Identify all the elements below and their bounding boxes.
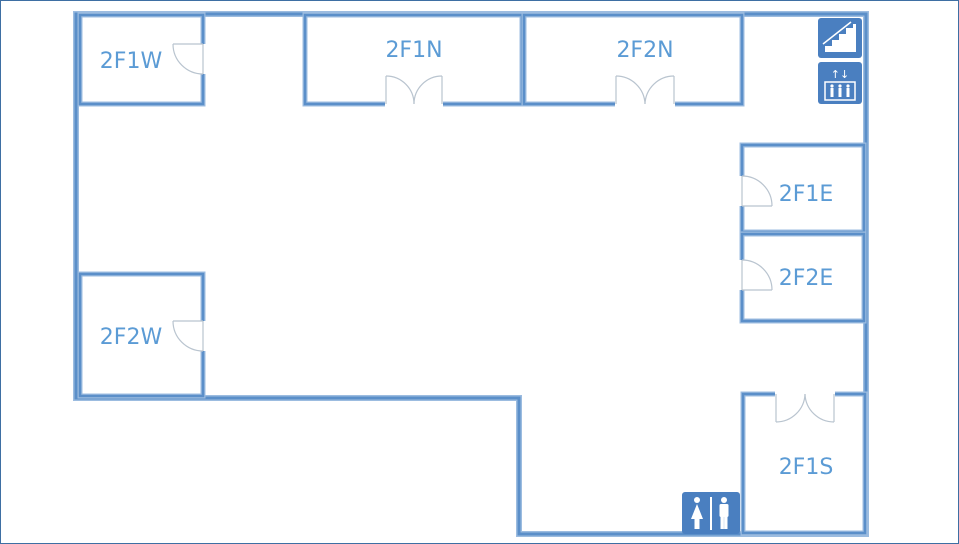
room-label-2f1n: 2F1N	[385, 38, 442, 63]
room-2f1s[interactable]: 2F1S	[740, 391, 868, 536]
room-2f2e[interactable]: 2F2E	[739, 231, 867, 324]
room-label-2f2w: 2F2W	[100, 325, 163, 350]
stairs-icon	[818, 18, 862, 58]
room-2f1e[interactable]: 2F1E	[739, 142, 867, 235]
room-2f1n[interactable]: 2F1N	[302, 12, 525, 107]
room-label-2f1w: 2F1W	[100, 49, 163, 74]
elevator-icon: ↑↓	[818, 62, 862, 104]
room-label-2f2e: 2F2E	[779, 266, 834, 291]
restroom-icon	[682, 492, 740, 534]
room-label-2f2n: 2F2N	[616, 38, 673, 63]
elevator-arrows: ↑↓	[831, 68, 849, 81]
room-2f2w[interactable]: 2F2W	[77, 271, 206, 399]
room-2f1w[interactable]: 2F1W	[77, 12, 206, 107]
floor-plan: 2F1W 2F1N 2F2N 2F1E 2F2E 2F2W 2F1S ↑↓	[73, 11, 869, 537]
room-2f2n[interactable]: 2F2N	[521, 12, 745, 107]
room-label-2f1e: 2F1E	[779, 182, 834, 207]
room-label-2f1s: 2F1S	[779, 455, 834, 480]
